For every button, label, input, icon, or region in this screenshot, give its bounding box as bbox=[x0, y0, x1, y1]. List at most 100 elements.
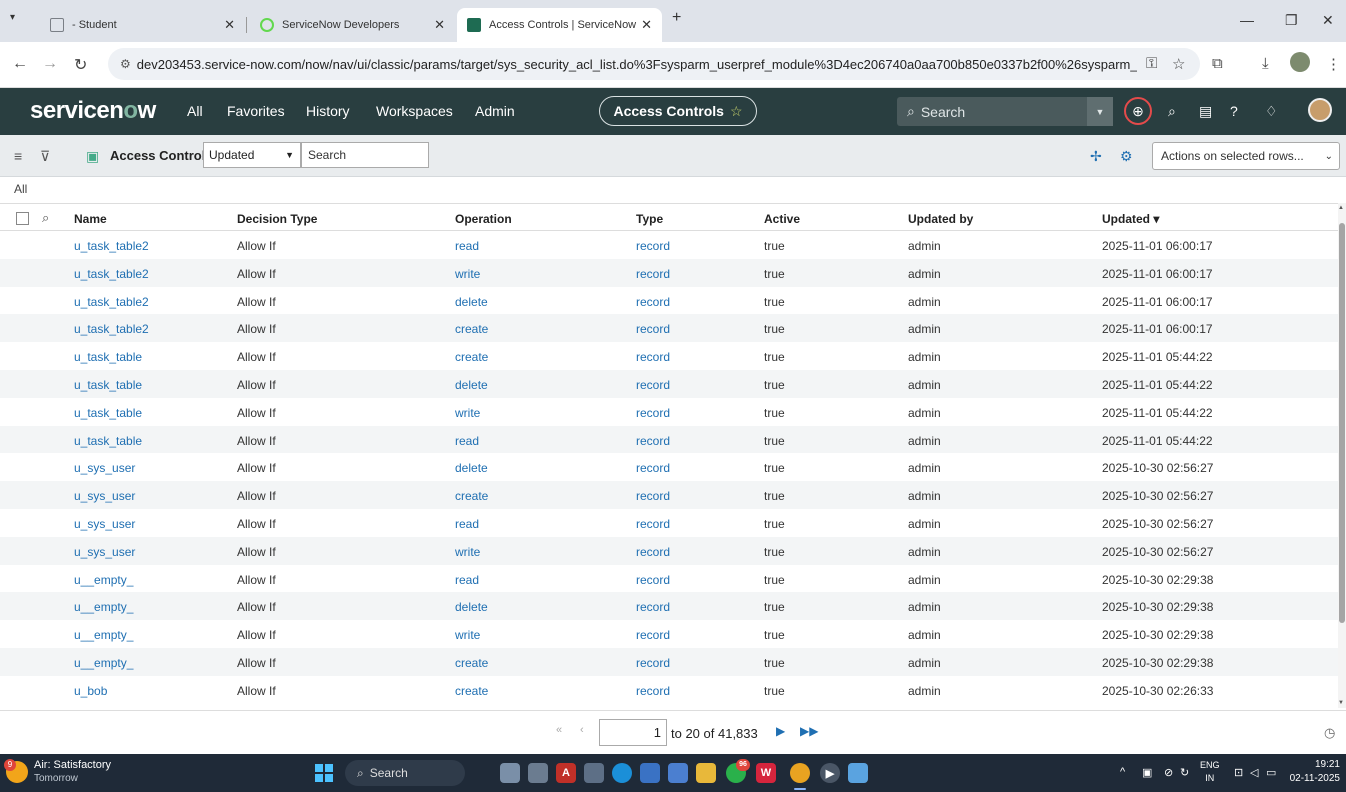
help-panel-icon[interactable]: ▤ bbox=[1199, 103, 1212, 120]
cell-operation[interactable]: read bbox=[455, 573, 479, 587]
cell-type[interactable]: record bbox=[636, 489, 670, 503]
show-hidden-icons-icon[interactable]: ^ bbox=[1120, 766, 1125, 778]
table-row[interactable]: u_sys_user Allow If write record true admin 20… bbox=[0, 536, 1338, 565]
scrollbar[interactable]: ▲ ▼ bbox=[1338, 203, 1346, 708]
table-row[interactable]: u_task_table2 Allow If read record true admin… bbox=[0, 231, 1338, 259]
cell-operation[interactable]: read bbox=[455, 434, 479, 448]
response-time-icon[interactable]: ◷ bbox=[1324, 725, 1335, 741]
next-page-icon[interactable]: ▶ bbox=[776, 724, 785, 738]
cell-operation[interactable]: read bbox=[455, 239, 479, 253]
cell-type[interactable]: record bbox=[636, 406, 670, 420]
forward-arrow-icon[interactable]: → bbox=[42, 55, 58, 73]
cell-operation[interactable]: delete bbox=[455, 461, 488, 475]
nav-favorites[interactable]: Favorites bbox=[227, 103, 285, 119]
cell-type[interactable]: record bbox=[636, 267, 670, 281]
table-row[interactable]: u__empty_ Allow If create record true admin 20… bbox=[0, 647, 1338, 676]
select-all-checkbox[interactable] bbox=[16, 212, 29, 225]
cell-name[interactable]: u_task_table2 bbox=[74, 239, 149, 253]
acrobat-app-icon[interactable]: A bbox=[556, 763, 576, 783]
page-number-input[interactable]: 1 bbox=[599, 719, 667, 746]
search-scope-dropdown-icon[interactable]: ▼ bbox=[1087, 97, 1113, 126]
table-row[interactable]: u_task_table2 Allow If delete record true adm… bbox=[0, 287, 1338, 315]
extensions-icon[interactable]: ⧉ bbox=[1212, 55, 1223, 72]
cell-operation[interactable]: write bbox=[455, 267, 480, 281]
wifi-icon[interactable]: ⊡ bbox=[1234, 766, 1243, 779]
cell-type[interactable]: record bbox=[636, 573, 670, 587]
search-field-select[interactable]: Updated ▼ bbox=[203, 142, 301, 168]
weather-icon[interactable]: 9 bbox=[4, 759, 28, 783]
column-search-icon[interactable]: ⌕ bbox=[42, 210, 49, 226]
list-menu-icon[interactable]: ≡ bbox=[14, 148, 22, 164]
windows-start-icon[interactable] bbox=[315, 764, 333, 782]
chrome-browser-icon[interactable] bbox=[790, 763, 810, 783]
scroll-up-icon[interactable]: ▲ bbox=[1338, 205, 1344, 211]
col-updated[interactable]: Updated ▾ bbox=[1102, 212, 1159, 226]
cell-type[interactable]: record bbox=[636, 322, 670, 336]
first-page-icon[interactable]: « bbox=[556, 724, 562, 736]
cell-name[interactable]: u_sys_user bbox=[74, 517, 135, 531]
language-indicator[interactable]: ENG IN bbox=[1200, 759, 1220, 785]
cell-operation[interactable]: create bbox=[455, 489, 488, 503]
cell-operation[interactable]: create bbox=[455, 350, 488, 364]
cell-name[interactable]: u_task_table bbox=[74, 406, 142, 420]
cell-operation[interactable]: create bbox=[455, 684, 488, 698]
cell-name[interactable]: u__empty_ bbox=[74, 628, 133, 642]
help-icon[interactable]: ? bbox=[1230, 103, 1238, 119]
tray-sync-icon[interactable]: ↻ bbox=[1180, 766, 1189, 779]
nav-history[interactable]: History bbox=[306, 103, 350, 119]
cell-type[interactable]: record bbox=[636, 600, 670, 614]
col-type[interactable]: Type bbox=[636, 212, 663, 226]
nav-workspaces[interactable]: Workspaces bbox=[376, 103, 453, 119]
copilot-app-icon[interactable] bbox=[500, 763, 520, 783]
cell-operation[interactable]: write bbox=[455, 406, 480, 420]
cell-type[interactable]: record bbox=[636, 628, 670, 642]
chat-icon[interactable]: ⌕ bbox=[1168, 103, 1176, 120]
whatsapp-app-icon[interactable]: 96 bbox=[726, 759, 750, 783]
cell-type[interactable]: record bbox=[636, 434, 670, 448]
table-row[interactable]: u_task_table2 Allow If create record true adm… bbox=[0, 314, 1338, 343]
col-active[interactable]: Active bbox=[764, 212, 800, 226]
close-window-icon[interactable]: ✕ bbox=[1322, 12, 1334, 29]
teams-app-icon[interactable] bbox=[668, 763, 688, 783]
url-field[interactable]: ⚙ dev203453.service-now.com/now/nav/ui/c… bbox=[108, 48, 1200, 80]
table-row[interactable]: u_sys_user Allow If delete record true admin 2… bbox=[0, 453, 1338, 481]
servicenow-logo[interactable]: servicenow bbox=[30, 97, 156, 125]
cell-type[interactable]: record bbox=[636, 461, 670, 475]
table-row[interactable]: u_sys_user Allow If create record true admin 2… bbox=[0, 481, 1338, 509]
close-tab-icon[interactable]: ✕ bbox=[434, 17, 445, 33]
tray-app-icon[interactable]: ▣ bbox=[1142, 766, 1152, 779]
col-name[interactable]: Name bbox=[74, 212, 107, 226]
pin-icon[interactable]: ✢ bbox=[1090, 148, 1102, 165]
volume-icon[interactable]: ◁ bbox=[1250, 766, 1258, 779]
settings-gear-icon[interactable]: ⚙ bbox=[1120, 148, 1133, 165]
actions-select[interactable]: Actions on selected rows... ⌄ bbox=[1152, 142, 1340, 170]
list-search-input[interactable]: Search bbox=[301, 142, 429, 168]
restore-icon[interactable]: ❐ bbox=[1285, 12, 1298, 29]
cell-name[interactable]: u_task_table bbox=[74, 350, 142, 364]
reload-icon[interactable]: ↻ bbox=[74, 55, 87, 75]
global-search-input[interactable]: ⌕ Search ▼ bbox=[897, 97, 1113, 126]
cell-name[interactable]: u_task_table2 bbox=[74, 267, 149, 281]
nav-admin[interactable]: Admin bbox=[475, 103, 515, 119]
table-row[interactable]: u__empty_ Allow If read record true admin 2025… bbox=[0, 565, 1338, 593]
table-row[interactable]: u_task_table Allow If create record true admi… bbox=[0, 342, 1338, 370]
browser-tab-student[interactable]: - Student ✕ bbox=[40, 8, 245, 42]
battery-icon[interactable]: ▭ bbox=[1266, 766, 1276, 779]
cell-name[interactable]: u_task_table2 bbox=[74, 295, 149, 309]
col-operation[interactable]: Operation bbox=[455, 212, 512, 226]
table-row[interactable]: u_task_table2 Allow If write record true admi… bbox=[0, 258, 1338, 287]
system-clock[interactable]: 19:21 02-11-2025 bbox=[1286, 758, 1340, 786]
cell-name[interactable]: u_task_table2 bbox=[74, 322, 149, 336]
store-app-icon[interactable] bbox=[584, 763, 604, 783]
browser-menu-icon[interactable]: ⋮ bbox=[1326, 55, 1341, 73]
prev-page-icon[interactable]: ‹ bbox=[580, 724, 584, 736]
edge-browser-icon[interactable] bbox=[612, 763, 632, 783]
tray-network-off-icon[interactable]: ⊘ bbox=[1164, 766, 1173, 779]
cell-name[interactable]: u_sys_user bbox=[74, 489, 135, 503]
list-context-icon[interactable]: ▣ bbox=[86, 148, 99, 165]
cell-type[interactable]: record bbox=[636, 684, 670, 698]
cell-operation[interactable]: delete bbox=[455, 295, 488, 309]
table-row[interactable]: u__empty_ Allow If delete record true admin 20… bbox=[0, 592, 1338, 621]
col-updated-by[interactable]: Updated by bbox=[908, 212, 973, 226]
site-info-icon[interactable]: ⚙ bbox=[120, 57, 131, 71]
